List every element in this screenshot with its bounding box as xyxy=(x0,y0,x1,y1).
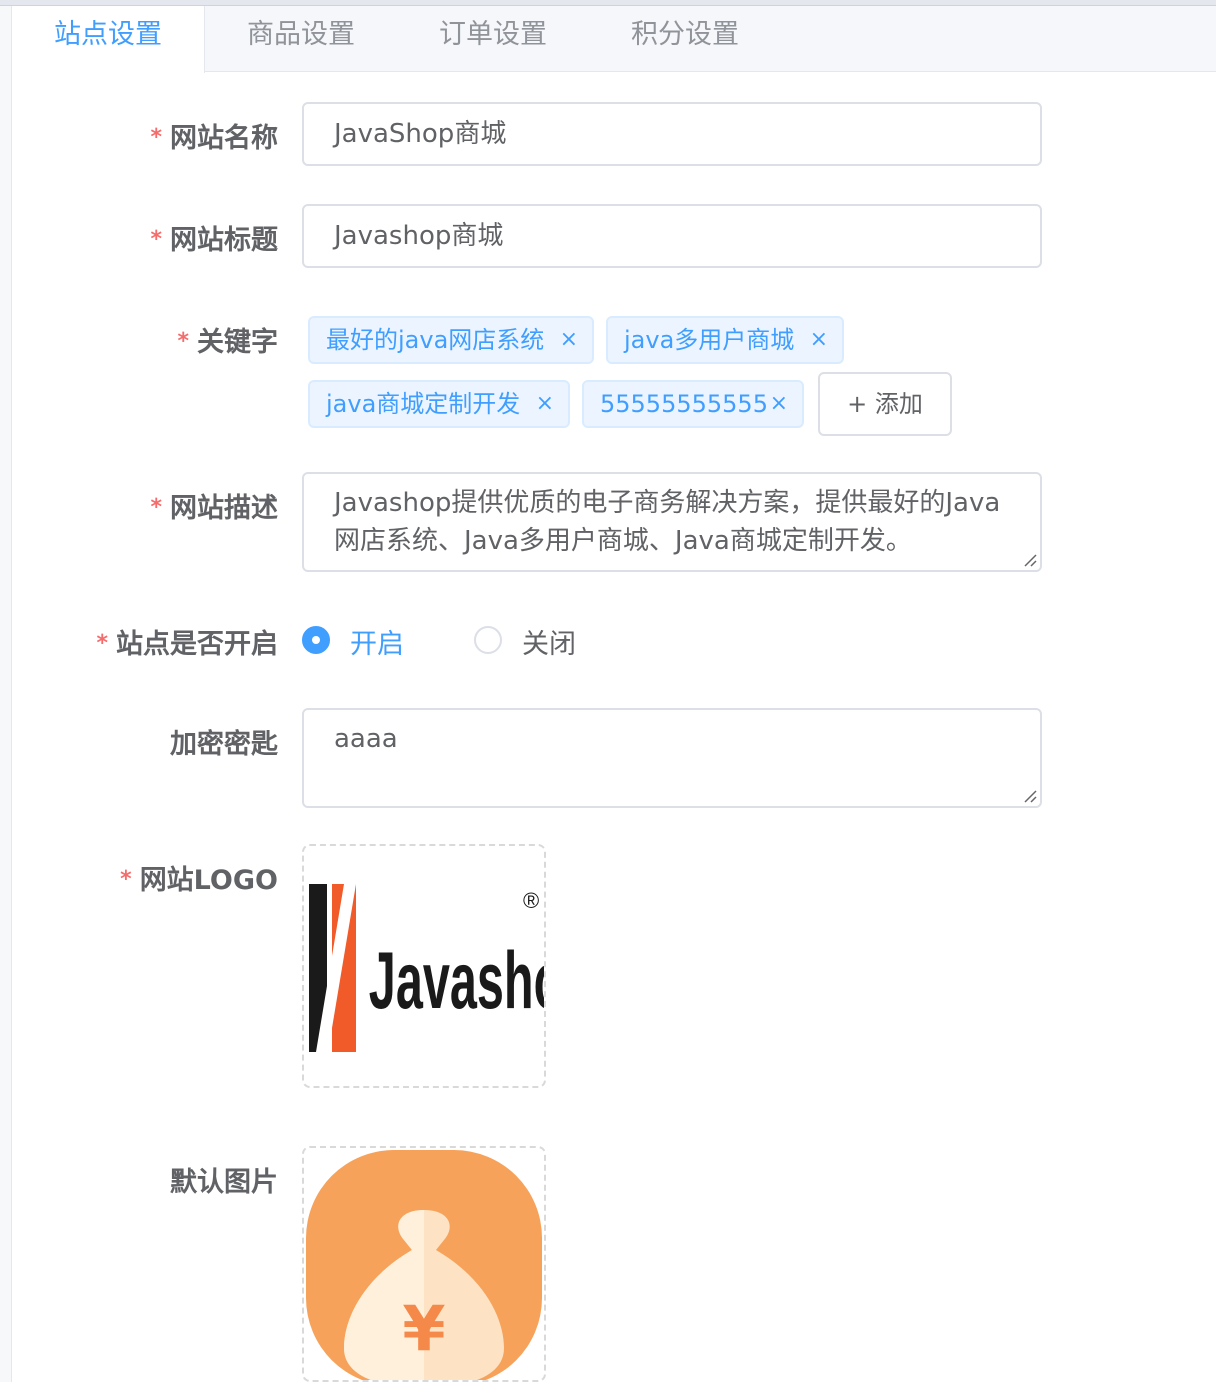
tag-close-icon[interactable]: × xyxy=(810,318,828,362)
description-line: 网店系统、Java多用户商城、Java商城定制开发。 xyxy=(334,526,912,556)
required-mark: * xyxy=(120,867,132,892)
money-bag-icon: ¥ xyxy=(306,1150,542,1380)
encrypt-key-label: 加密密匙 xyxy=(170,729,278,760)
radio-close[interactable] xyxy=(474,626,502,654)
radio-close-label[interactable]: 关闭 xyxy=(522,622,576,661)
radio-open-label[interactable]: 开启 xyxy=(350,622,404,661)
keyword-tag: 最好的java网店系统 × xyxy=(308,316,594,364)
resize-handle-icon[interactable] xyxy=(1021,551,1037,567)
site-name-label: * 网站名称 xyxy=(150,123,278,154)
radio-open[interactable] xyxy=(302,626,330,654)
required-mark: * xyxy=(177,329,189,354)
encrypt-key-value: aaaa xyxy=(334,724,398,754)
required-mark: * xyxy=(96,631,108,656)
keyword-tag: java商城定制开发 × xyxy=(308,380,570,428)
svg-text:®: ® xyxy=(523,888,539,913)
tag-close-icon[interactable]: × xyxy=(536,382,554,426)
add-keyword-button[interactable]: + 添加 xyxy=(818,372,952,436)
settings-tabs: 站点设置 商品设置 订单设置 积分设置 xyxy=(12,6,1216,73)
svg-text:Javashop: Javashop xyxy=(369,936,544,1026)
site-title-input[interactable]: Javashop商城 xyxy=(302,204,1042,268)
site-logo-label: * 网站LOGO xyxy=(120,865,278,896)
description-label: * 网站描述 xyxy=(150,493,278,524)
tag-close-icon[interactable]: × xyxy=(770,382,788,426)
tab-points-settings[interactable]: 积分设置 xyxy=(589,6,781,72)
tab-goods-settings[interactable]: 商品设置 xyxy=(205,6,397,72)
logo-uploader[interactable]: Javashop ® xyxy=(302,844,546,1088)
required-mark: * xyxy=(150,495,162,520)
tag-close-icon[interactable]: × xyxy=(560,318,578,362)
keyword-tag: 55555555555 × xyxy=(582,380,804,428)
default-image-label: 默认图片 xyxy=(170,1167,278,1198)
site-open-label: * 站点是否开启 xyxy=(96,629,278,660)
keyword-tag: java多用户商城 × xyxy=(606,316,844,364)
default-image-uploader[interactable]: ¥ xyxy=(302,1146,546,1382)
site-name-input[interactable]: JavaShop商城 xyxy=(302,102,1042,166)
description-textarea[interactable]: Javashop提供优质的电子商务解决方案，提供最好的Java 网店系统、Jav… xyxy=(302,472,1042,572)
resize-handle-icon[interactable] xyxy=(1021,787,1037,803)
tab-order-settings[interactable]: 订单设置 xyxy=(397,6,589,72)
javashop-logo-image: Javashop ® xyxy=(309,884,544,1052)
encrypt-key-textarea[interactable]: aaaa xyxy=(302,708,1042,808)
required-mark: * xyxy=(150,125,162,150)
description-line: Javashop提供优质的电子商务解决方案，提供最好的Java xyxy=(334,488,1001,518)
keywords-label: * 关键字 xyxy=(177,327,278,358)
left-border xyxy=(0,6,12,1382)
site-title-label: * 网站标题 xyxy=(150,225,278,256)
required-mark: * xyxy=(150,227,162,252)
tab-site-settings[interactable]: 站点设置 xyxy=(12,6,205,73)
svg-text:¥: ¥ xyxy=(402,1292,445,1365)
